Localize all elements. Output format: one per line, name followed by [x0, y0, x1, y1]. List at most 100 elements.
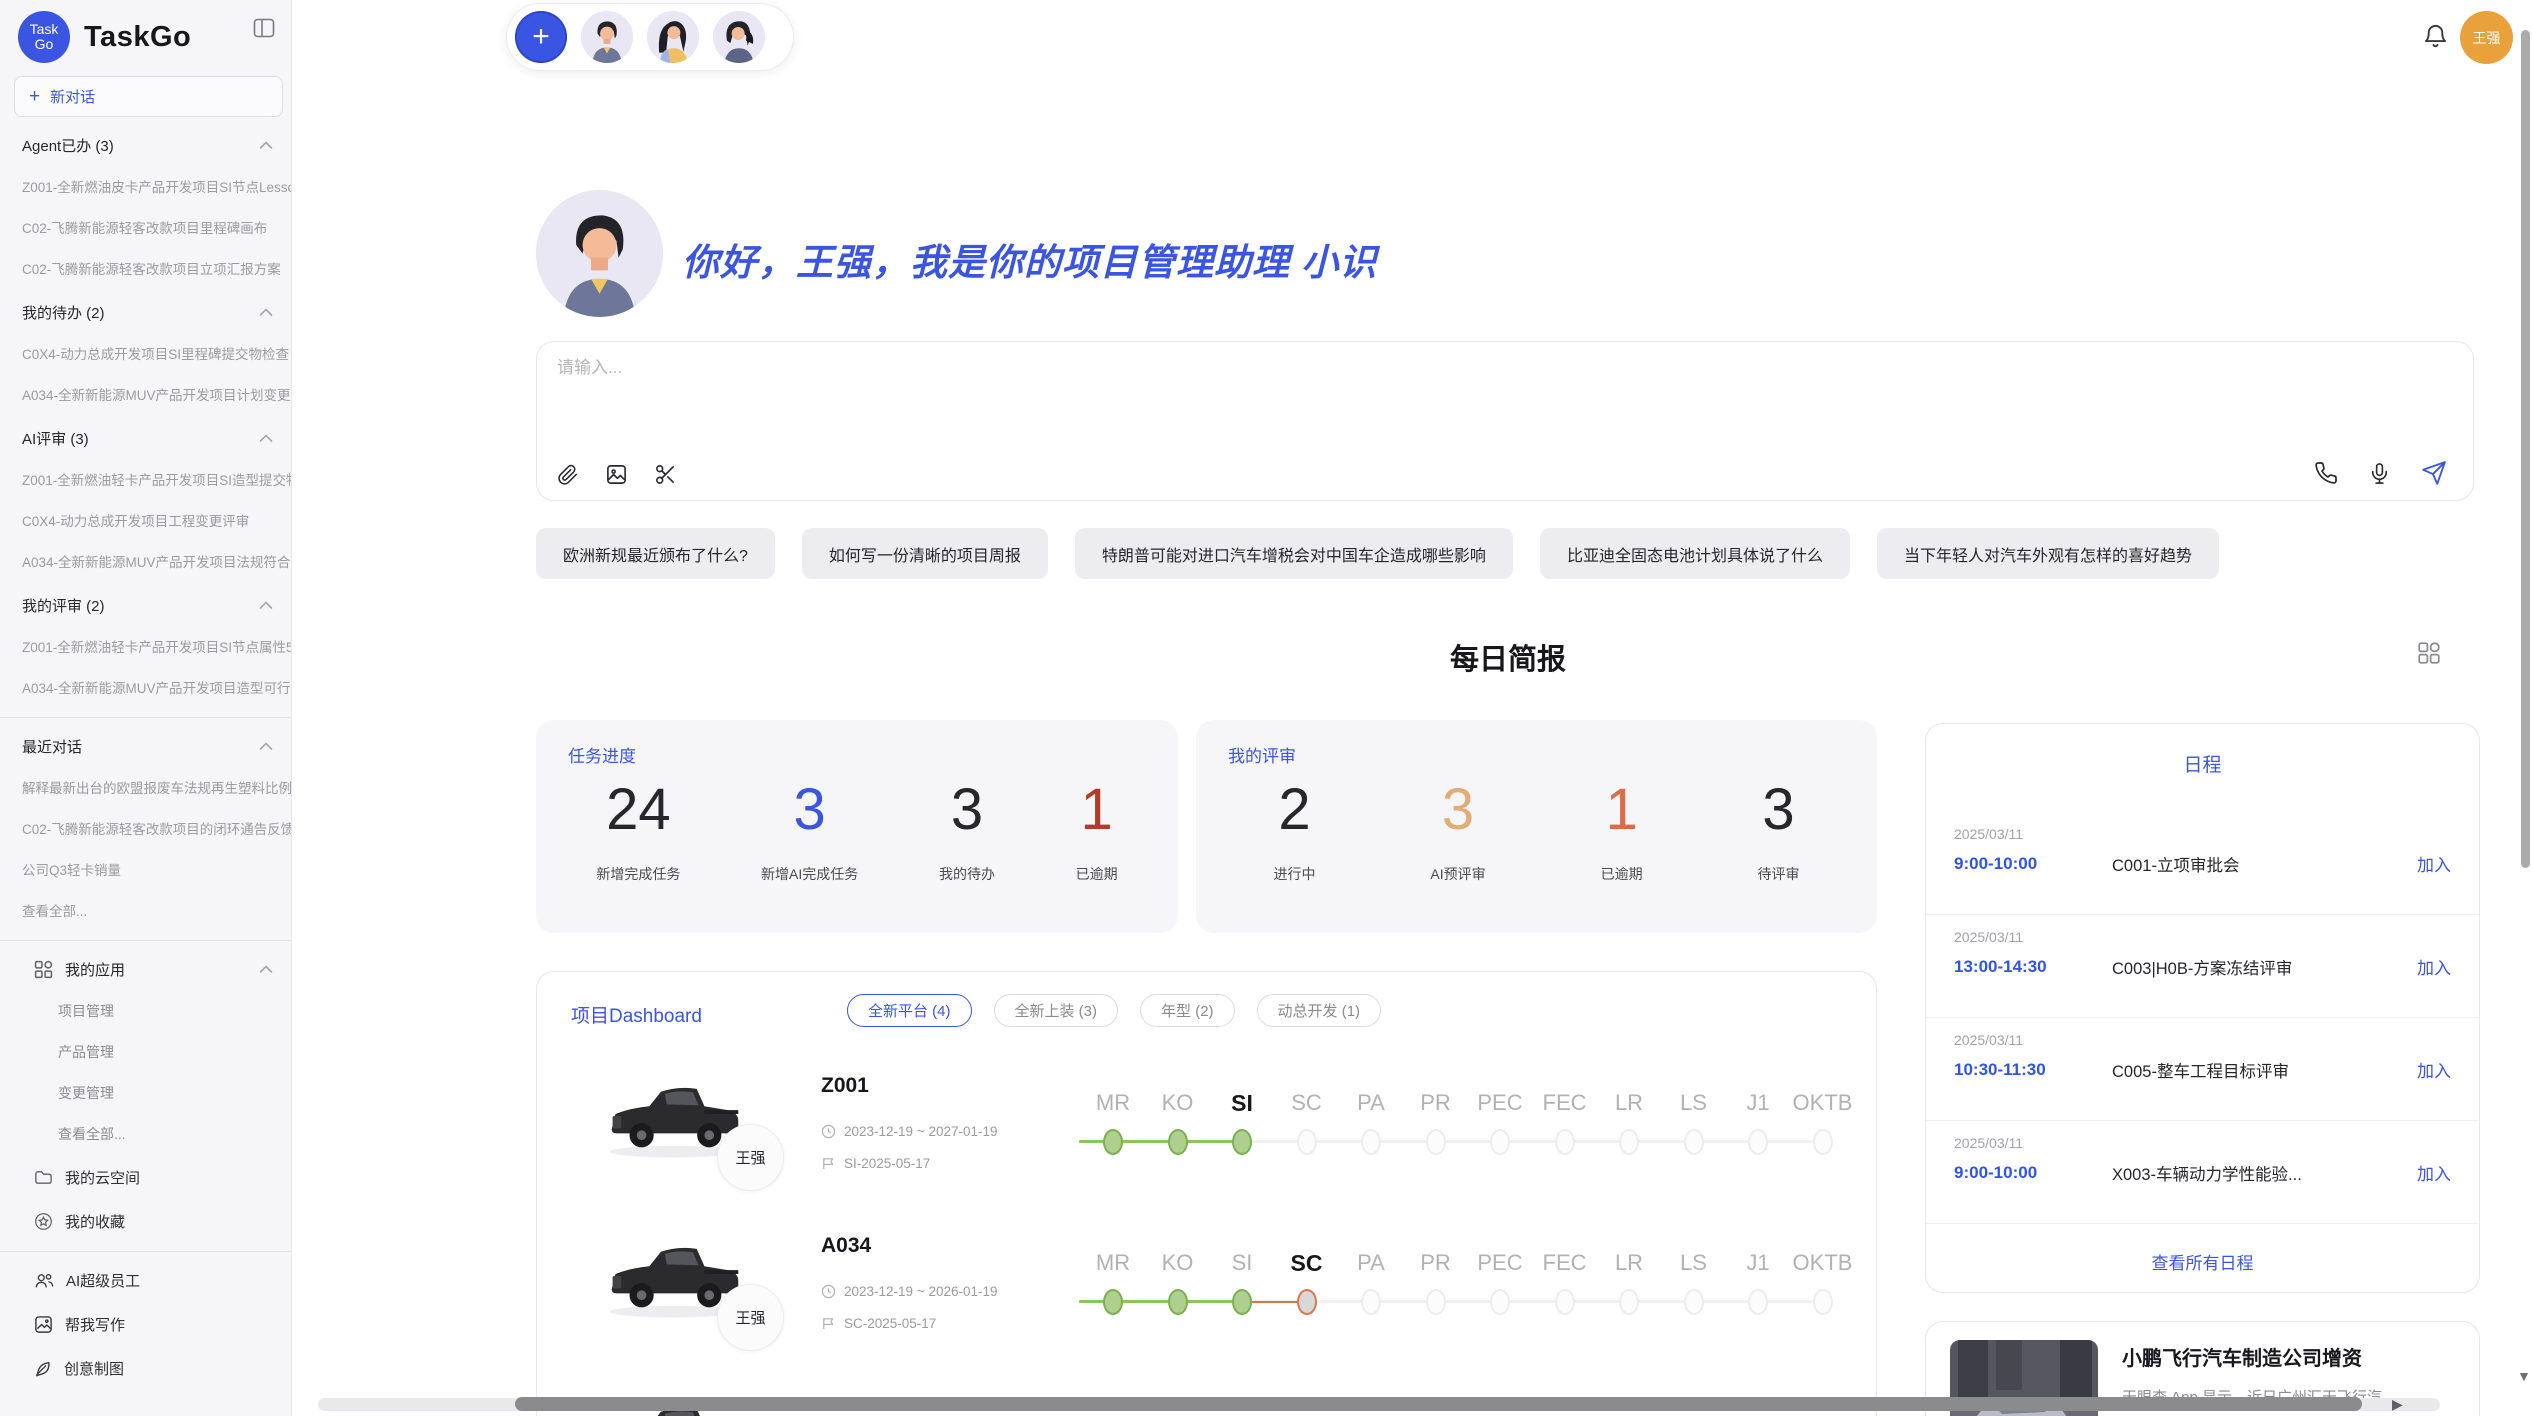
sidebar-apps: 我的应用项目管理产品管理变更管理查看全部...我的云空间我的收藏	[0, 947, 291, 1243]
milestone-label: SI	[1209, 1090, 1275, 1117]
project-row: 王强A0342023-12-19 ~ 2026-01-19SC-2025-05-…	[567, 1222, 1860, 1382]
milestone-label: MR	[1080, 1250, 1146, 1276]
sidebar-tool-item[interactable]: AI超级员工	[0, 1258, 291, 1302]
milestone-label: LR	[1596, 1250, 1662, 1276]
suggestion-chip[interactable]: 如何写一份清晰的项目周报	[802, 528, 1048, 579]
scissors-icon[interactable]	[654, 463, 677, 486]
sidebar-item-my-apps[interactable]: 我的应用	[0, 947, 291, 991]
app-sub-item[interactable]: 查看全部...	[0, 1114, 291, 1155]
dashboard-tab[interactable]: 全新平台 (4)	[847, 994, 972, 1027]
logo-text-bottom: Go	[35, 37, 54, 52]
suggestion-chip[interactable]: 欧洲新规最近颁布了什么?	[536, 528, 775, 579]
chat-input[interactable]	[557, 358, 1457, 378]
view-all-schedule-link[interactable]: 查看所有日程	[1926, 1249, 2479, 1274]
recent-chat-item[interactable]: 公司Q3轻卡销量	[0, 850, 291, 891]
recent-chat-item[interactable]: 查看全部...	[0, 891, 291, 932]
clock-icon	[821, 1284, 836, 1299]
join-link[interactable]: 加入	[2417, 954, 2451, 979]
notification-bell-icon[interactable]	[2422, 22, 2449, 50]
schedule-date: 2025/03/11	[1954, 929, 2451, 945]
app-sub-item[interactable]: 项目管理	[0, 991, 291, 1032]
send-icon[interactable]	[2421, 460, 2447, 486]
owner-badge: 王强	[717, 1284, 784, 1351]
milestone-dot	[1426, 1289, 1446, 1315]
suggestion-chip[interactable]: 特朗普可能对进口汽车增税会对中国车企造成哪些影响	[1075, 528, 1513, 579]
schedule-date: 2025/03/11	[1954, 1135, 2451, 1151]
microphone-icon[interactable]	[2368, 461, 2391, 486]
user-avatar[interactable]: 王强	[2460, 11, 2513, 64]
sidebar-item[interactable]: C02-飞腾新能源轻客改款项目里程碑画布	[0, 208, 291, 249]
recent-chat-item[interactable]: 解释最新出台的欧盟报废车法规再生塑料比例被调至15%...	[0, 768, 291, 809]
sidebar-item[interactable]: Z001-全新燃油皮卡产品开发项目SI节点Lesson Learn报告	[0, 167, 291, 208]
milestone-label: PEC	[1467, 1250, 1533, 1276]
recent-chat-item[interactable]: C02-飞腾新能源轻客改款项目的闭环通告反馈情况	[0, 809, 291, 850]
suggestion-chip[interactable]: 比亚迪全固态电池计划具体说了什么	[1540, 528, 1850, 579]
vertical-scrollbar-thumb[interactable]	[2521, 30, 2530, 868]
app-sub-item[interactable]: 产品管理	[0, 1032, 291, 1073]
new-chat-label: 新对话	[50, 86, 95, 107]
member-avatar[interactable]	[647, 11, 699, 63]
new-chat-button[interactable]: + 新对话	[14, 76, 283, 117]
scroll-right-arrow-icon[interactable]: ▶	[2392, 1396, 2403, 1413]
sidebar-group-header[interactable]: 我的评审 (2)	[0, 583, 291, 627]
sidebar-group-title: Agent已办 (3)	[22, 135, 114, 156]
chat-composer	[536, 341, 2474, 501]
milestone-label: PR	[1403, 1090, 1469, 1116]
schedule-time: 9:00-10:00	[1954, 1163, 2112, 1183]
app-sub-item[interactable]: 变更管理	[0, 1073, 291, 1114]
dashboard-tabs: 全新平台 (4) 全新上装 (3) 年型 (2) 动总开发 (1)	[847, 994, 1381, 1027]
milestone-label: MR	[1080, 1090, 1146, 1116]
sidebar-item-0[interactable]: 我的云空间	[0, 1155, 291, 1199]
sidebar-group-title: 最近对话	[22, 736, 82, 757]
suggestion-chips: 欧洲新规最近颁布了什么? 如何写一份清晰的项目周报特朗普可能对进口汽车增税会对中国…	[536, 528, 2476, 579]
join-link[interactable]: 加入	[2417, 1160, 2451, 1185]
join-link[interactable]: 加入	[2417, 851, 2451, 876]
milestone-dot	[1232, 1129, 1252, 1155]
dashboard-tab[interactable]: 年型 (2)	[1140, 994, 1235, 1027]
sidebar-item[interactable]: A034-全新新能源MUV产品开发项目计划变更表编写	[0, 375, 291, 416]
horizontal-scrollbar-thumb[interactable]	[515, 1397, 2362, 1411]
scroll-down-arrow-icon[interactable]: ▼	[2517, 1368, 2531, 1384]
apps-grid-icon	[34, 960, 53, 979]
sidebar-item[interactable]: C0X4-动力总成开发项目工程变更评审	[0, 501, 291, 542]
stat-column: 3新增AI完成任务	[761, 778, 858, 933]
schedule-item: 2025/03/119:00-10:00X003-车辆动力学性能验...加入	[1926, 1121, 2479, 1224]
milestone-dot	[1619, 1289, 1639, 1315]
schedule-title: 日程	[1926, 750, 2479, 777]
join-link[interactable]: 加入	[2417, 1057, 2451, 1082]
stat-column: 2进行中	[1273, 778, 1315, 933]
milestone-dot	[1361, 1129, 1381, 1155]
sidebar-tool-item[interactable]: 帮我写作	[0, 1302, 291, 1346]
add-member-button[interactable]: +	[515, 11, 567, 63]
dashboard-tab[interactable]: 全新上装 (3)	[994, 994, 1119, 1027]
sidebar-item[interactable]: A034-全新新能源MUV产品开发项目法规符合性评审	[0, 542, 291, 583]
dashboard-tab[interactable]: 动总开发 (1)	[1257, 994, 1382, 1027]
chevron-up-icon	[259, 434, 273, 443]
sidebar-group-header[interactable]: AI评审 (3)	[0, 416, 291, 460]
briefing-layout-icon[interactable]	[2416, 640, 2442, 666]
sidebar-recent-header[interactable]: 最近对话	[0, 724, 291, 768]
milestone-label: J1	[1725, 1250, 1791, 1276]
sidebar-group-header[interactable]: Agent已办 (3)	[0, 123, 291, 167]
sidebar-item[interactable]: C0X4-动力总成开发项目SI里程碑提交物检查	[0, 334, 291, 375]
milestone-label: LR	[1596, 1090, 1662, 1116]
sidebar-group-title: 我的评审 (2)	[22, 595, 105, 616]
member-avatar[interactable]	[581, 11, 633, 63]
milestone-dot	[1232, 1289, 1252, 1315]
attachment-icon[interactable]	[557, 462, 579, 486]
sidebar-item[interactable]: Z001-全新燃油轻卡产品开发项目SI造型提交物评审	[0, 460, 291, 501]
sidebar-item[interactable]: Z001-全新燃油轻卡产品开发项目SI节点属性5D文件评审	[0, 627, 291, 668]
member-avatar[interactable]	[713, 11, 765, 63]
phone-call-icon[interactable]	[2314, 461, 2338, 485]
stat-label: 新增AI完成任务	[761, 864, 858, 884]
sidebar-group-header[interactable]: 我的待办 (2)	[0, 290, 291, 334]
image-upload-icon[interactable]	[605, 463, 628, 486]
suggestion-chip[interactable]: 当下年轻人对汽车外观有怎样的喜好趋势	[1877, 528, 2219, 579]
sidebar-group-title: AI评审 (3)	[22, 428, 89, 449]
sidebar-tool-item[interactable]: 创意制图	[0, 1346, 291, 1390]
sidebar-item[interactable]: C02-飞腾新能源轻客改款项目立项汇报方案	[0, 249, 291, 290]
sidebar-item-1[interactable]: 我的收藏	[0, 1199, 291, 1243]
sidebar-collapse-icon[interactable]	[253, 18, 275, 38]
logo-text-top: Task	[30, 22, 59, 37]
sidebar-item[interactable]: A034-全新新能源MUV产品开发项目造型可行性评审	[0, 668, 291, 709]
